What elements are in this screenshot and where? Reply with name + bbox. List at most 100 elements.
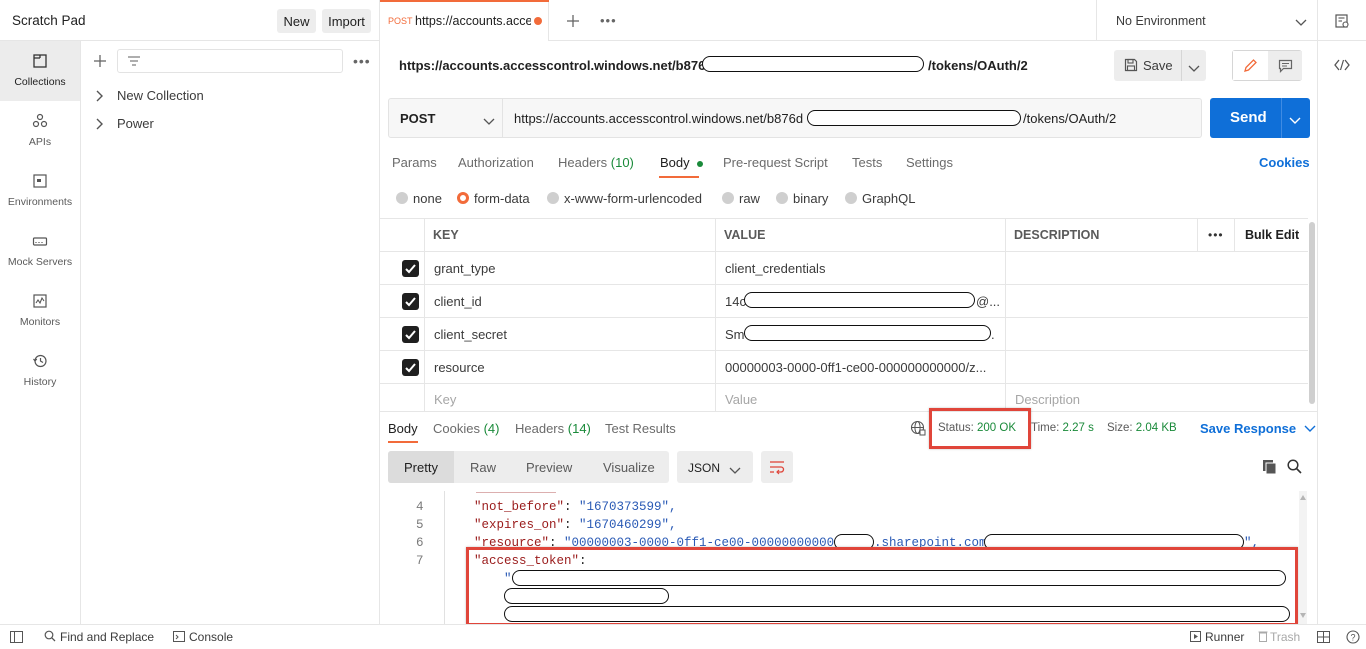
radio-raw[interactable] — [722, 192, 734, 204]
toggle-sidebar-icon[interactable] — [10, 631, 23, 646]
radio-form-data[interactable] — [457, 192, 469, 204]
row-value[interactable]: client_credentials — [725, 261, 825, 276]
wrap-lines-button[interactable] — [761, 451, 793, 483]
bulk-edit-button[interactable]: Bulk Edit — [1245, 228, 1299, 242]
tab-settings[interactable]: Settings — [906, 155, 953, 170]
mode-toggle[interactable] — [1232, 50, 1302, 81]
tab-count: (4) — [483, 421, 500, 436]
row-checkbox[interactable] — [402, 359, 419, 376]
format-select[interactable]: JSON — [677, 451, 753, 483]
column-header-description: DESCRIPTION — [1014, 228, 1100, 242]
sidebar-item-label: Mock Servers — [7, 256, 73, 268]
comments-mode-button[interactable] — [1268, 51, 1302, 80]
response-tab-body[interactable]: Body — [388, 421, 418, 436]
save-label: Save — [1143, 58, 1173, 73]
new-button[interactable]: New — [277, 9, 316, 33]
trash-button[interactable]: Trash — [1258, 630, 1300, 644]
help-icon[interactable]: ? — [1346, 630, 1360, 647]
view-mode-preview[interactable]: Preview — [509, 451, 587, 483]
sidebar-item-collections[interactable]: Collections — [0, 41, 80, 101]
collection-item-new-collection[interactable]: New Collection — [95, 87, 365, 107]
response-tab-headers[interactable]: Headers (14) — [515, 421, 591, 436]
row-value[interactable]: 14c — [725, 294, 746, 309]
tab-options-icon[interactable]: ••• — [600, 13, 617, 28]
find-replace-button[interactable]: Find and Replace — [44, 630, 154, 644]
chevron-right-icon — [95, 90, 105, 105]
new-description-input[interactable]: Description — [1015, 392, 1080, 407]
row-key[interactable]: resource — [434, 360, 485, 375]
comment-icon — [1278, 59, 1293, 76]
trash-label: Trash — [1270, 630, 1301, 644]
mock-servers-icon — [31, 232, 49, 250]
new-key-input[interactable]: Key — [434, 392, 456, 407]
network-globe-icon[interactable] — [910, 420, 926, 439]
edit-mode-button[interactable] — [1233, 51, 1268, 80]
postman-app: Scratch Pad New Import Collections APIs … — [0, 0, 1366, 649]
sidebar-item-apis[interactable]: APIs — [0, 101, 80, 161]
sidebar-item-mock-servers[interactable]: Mock Servers — [0, 221, 80, 281]
tab-pre-request-script[interactable]: Pre-request Script — [723, 155, 828, 170]
collection-label: New Collection — [117, 88, 204, 103]
cookies-link[interactable]: Cookies — [1259, 155, 1310, 170]
filter-input[interactable] — [117, 49, 343, 73]
tab-tests[interactable]: Tests — [852, 155, 882, 170]
sidebar-item-history[interactable]: History — [0, 341, 80, 401]
row-value[interactable]: Sm — [725, 327, 745, 342]
tab-body[interactable]: Body — [660, 155, 704, 170]
more-options-icon[interactable]: ••• — [353, 53, 371, 69]
save-response-button[interactable]: Save Response — [1200, 421, 1316, 436]
view-mode-visualize[interactable]: Visualize — [587, 451, 669, 483]
method-select[interactable]: POST — [388, 98, 503, 138]
row-checkbox[interactable] — [402, 326, 419, 343]
tab-headers[interactable]: Headers (10) — [558, 155, 634, 170]
json-key: "not_before" — [474, 500, 565, 514]
view-mode-raw[interactable]: Raw — [454, 451, 509, 483]
save-button[interactable]: Save — [1114, 50, 1206, 81]
chevron-down-icon[interactable] — [1289, 113, 1301, 128]
environment-quick-look-icon[interactable] — [1333, 12, 1351, 30]
row-checkbox[interactable] — [402, 293, 419, 310]
find-replace-label: Find and Replace — [60, 630, 155, 644]
runner-button[interactable]: Runner — [1190, 630, 1244, 644]
url-input[interactable]: https://accounts.accesscontrol.windows.n… — [503, 98, 1202, 138]
view-mode-pretty[interactable]: Pretty — [388, 451, 454, 483]
code-scrollbar[interactable] — [1299, 491, 1307, 624]
sidebar-item-label: Monitors — [19, 316, 61, 328]
radio-label: form-data — [474, 191, 530, 206]
code-icon[interactable] — [1333, 56, 1351, 74]
table-options-icon[interactable]: ••• — [1208, 228, 1224, 242]
send-button[interactable]: Send — [1210, 98, 1310, 138]
new-value-input[interactable]: Value — [725, 392, 757, 407]
copy-icon[interactable] — [1262, 459, 1278, 478]
import-button[interactable]: Import — [322, 9, 371, 33]
sidebar-item-monitors[interactable]: Monitors — [0, 281, 80, 341]
row-checkbox[interactable] — [402, 260, 419, 277]
console-button[interactable]: Console — [173, 630, 233, 644]
radio-none[interactable] — [396, 192, 408, 204]
search-icon[interactable] — [1287, 459, 1302, 477]
collection-item-power[interactable]: Power — [95, 115, 365, 135]
response-tab-cookies[interactable]: Cookies (4) — [433, 421, 499, 436]
sidebar-item-environments[interactable]: Environments — [0, 161, 80, 221]
radio-binary[interactable] — [776, 192, 788, 204]
row-key[interactable]: client_secret — [434, 327, 507, 342]
request-tab[interactable]: POST https://accounts.acce — [380, 0, 549, 41]
chevron-down-icon[interactable] — [1188, 61, 1200, 76]
add-icon[interactable] — [92, 53, 108, 69]
environment-select[interactable]: No Environment — [1097, 0, 1317, 41]
radio-graphql[interactable] — [845, 192, 857, 204]
row-key[interactable]: client_id — [434, 294, 482, 309]
size-value: 2.04 KB — [1135, 422, 1177, 434]
table-scrollbar[interactable] — [1309, 222, 1315, 404]
radio-urlencoded[interactable] — [547, 192, 559, 204]
two-pane-view-icon[interactable] — [1317, 631, 1330, 646]
row-key[interactable]: grant_type — [434, 261, 495, 276]
row-value[interactable]: 00000003-0000-0ff1-ce00-000000000000/z..… — [725, 360, 986, 375]
sidebar-nav: Collections APIs Environments Mock Serve… — [0, 41, 81, 624]
new-tab-icon[interactable] — [565, 13, 581, 29]
response-tab-test-results[interactable]: Test Results — [605, 421, 676, 436]
tab-authorization[interactable]: Authorization — [458, 155, 534, 170]
tab-params[interactable]: Params — [392, 155, 437, 170]
method-label: POST — [400, 111, 436, 126]
line-number: 4 — [416, 500, 424, 514]
